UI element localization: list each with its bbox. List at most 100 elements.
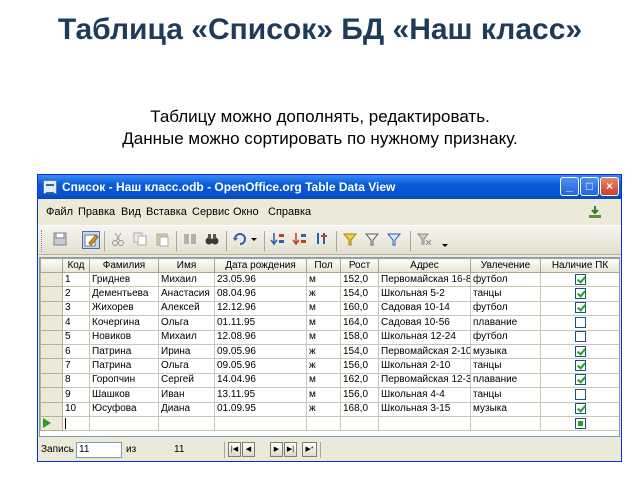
- edit-button[interactable]: [82, 231, 100, 249]
- cell-has-pc[interactable]: [540, 358, 619, 374]
- cell-last-name[interactable]: Патрина: [89, 343, 159, 360]
- has-pc-checkbox[interactable]: [574, 331, 586, 343]
- cell-first-name[interactable]: Ольга: [158, 358, 215, 374]
- new-record-cell[interactable]: [378, 415, 471, 432]
- toolbar-grip[interactable]: [41, 230, 44, 252]
- cell-first-name[interactable]: Михаил: [158, 329, 215, 345]
- table-row[interactable]: 2 Дементьева Анастасия 08.04.96 ж 154,0 Школьн…: [40, 286, 619, 302]
- table-row[interactable]: 1 Гриднев Михаил 23.05.96 м 152,0 Первомайская…: [40, 271, 619, 288]
- cell-id[interactable]: 8: [62, 372, 90, 389]
- row-header[interactable]: [40, 415, 63, 432]
- cell-birth-date[interactable]: 12.08.96: [214, 329, 307, 345]
- menu-edit[interactable]: Правка: [78, 201, 115, 223]
- cell-id[interactable]: 7: [62, 358, 90, 374]
- table-row[interactable]: 5 Новиков Михаил 12.08.96 м 158,0 Школьная 12-…: [40, 329, 619, 345]
- row-header[interactable]: [40, 271, 63, 288]
- row-header[interactable]: [40, 372, 63, 389]
- new-record-row[interactable]: [40, 415, 619, 432]
- cell-address[interactable]: Школьная 5-2: [378, 286, 471, 302]
- cell-first-name[interactable]: Ольга: [158, 315, 215, 331]
- cell-sex[interactable]: ж: [306, 286, 341, 302]
- cell-has-pc[interactable]: [540, 300, 619, 317]
- refresh-dropdown[interactable]: [250, 231, 258, 249]
- cell-sex[interactable]: м: [306, 271, 341, 288]
- cell-first-name[interactable]: Анастасия: [158, 286, 215, 302]
- sort-button[interactable]: [314, 231, 332, 249]
- cell-last-name[interactable]: Жихорев: [89, 300, 159, 317]
- toolbar-overflow[interactable]: [440, 231, 450, 249]
- cell-last-name[interactable]: Новиков: [89, 329, 159, 345]
- menu-help[interactable]: Справка: [268, 201, 311, 223]
- cell-address[interactable]: Первомайская 2-10: [378, 343, 471, 360]
- next-record-button[interactable]: ▶: [270, 442, 283, 457]
- cell-birth-date[interactable]: 09.05.96: [214, 343, 307, 360]
- cell-has-pc[interactable]: [540, 343, 619, 360]
- previous-record-button[interactable]: ◀: [242, 442, 255, 457]
- filter-button[interactable]: [364, 231, 382, 249]
- cell-hobby[interactable]: танцы: [470, 286, 541, 302]
- row-header[interactable]: [40, 358, 63, 374]
- column-header-height[interactable]: Рост: [340, 258, 379, 273]
- column-header-first-name[interactable]: Имя: [158, 258, 215, 273]
- cell-address[interactable]: Школьная 2-10: [378, 358, 471, 374]
- cell-id[interactable]: 5: [62, 329, 90, 345]
- cell-height[interactable]: 162,0: [340, 372, 379, 389]
- cell-sex[interactable]: м: [306, 300, 341, 317]
- menu-tools[interactable]: Сервис: [192, 201, 230, 223]
- cell-height[interactable]: 160,0: [340, 300, 379, 317]
- menu-window[interactable]: Окно: [233, 201, 259, 223]
- cell-address[interactable]: Школьная 12-24: [378, 329, 471, 345]
- cell-has-pc[interactable]: [540, 401, 619, 417]
- close-button[interactable]: ×: [600, 177, 619, 196]
- cell-first-name[interactable]: Алексей: [158, 300, 215, 317]
- cell-birth-date[interactable]: 01.11.95: [214, 315, 307, 331]
- record-number-field[interactable]: 11: [76, 442, 122, 458]
- has-pc-checkbox[interactable]: [574, 388, 586, 400]
- table-row[interactable]: 3 Жихорев Алексей 12.12.96 м 160,0 Садовая 10-…: [40, 300, 619, 317]
- new-record-cell[interactable]: [540, 415, 619, 432]
- cell-sex[interactable]: м: [306, 329, 341, 345]
- has-pc-checkbox[interactable]: [574, 273, 586, 285]
- cell-has-pc[interactable]: [540, 387, 619, 403]
- cell-last-name[interactable]: Шашков: [89, 387, 159, 403]
- cell-birth-date[interactable]: 14.04.96: [214, 372, 307, 389]
- menu-view[interactable]: Вид: [121, 201, 141, 223]
- cell-address[interactable]: Первомайская 12-3: [378, 372, 471, 389]
- table-row[interactable]: 10 Юсуфова Диана 01.09.95 ж 168,0 Школьная 3-1…: [40, 401, 619, 417]
- cell-hobby[interactable]: футбол: [470, 300, 541, 317]
- cell-birth-date[interactable]: 08.04.96: [214, 286, 307, 302]
- cell-has-pc[interactable]: [540, 372, 619, 389]
- has-pc-checkbox[interactable]: [574, 417, 586, 429]
- row-header[interactable]: [40, 286, 63, 302]
- has-pc-checkbox[interactable]: [574, 403, 586, 415]
- column-header-hobby[interactable]: Увлечение: [470, 258, 541, 273]
- table-row[interactable]: 4 Кочергина Ольга 01.11.95 м 164,0 Садовая 10-…: [40, 315, 619, 331]
- find-record-button[interactable]: [182, 231, 200, 249]
- cell-address[interactable]: Садовая 10-56: [378, 315, 471, 331]
- cell-birth-date[interactable]: 01.09.95: [214, 401, 307, 417]
- cell-id[interactable]: 9: [62, 387, 90, 403]
- cell-height[interactable]: 154,0: [340, 343, 379, 360]
- cell-birth-date[interactable]: 09.05.96: [214, 358, 307, 374]
- cell-address[interactable]: Школьная 4-4: [378, 387, 471, 403]
- cell-last-name[interactable]: Горопчин: [89, 372, 159, 389]
- autofilter-button[interactable]: [342, 231, 360, 249]
- row-header-corner[interactable]: [40, 258, 63, 273]
- cell-has-pc[interactable]: [540, 271, 619, 288]
- cell-first-name[interactable]: Сергей: [158, 372, 215, 389]
- standard-filter-button[interactable]: [386, 231, 404, 249]
- cell-last-name[interactable]: Гриднев: [89, 271, 159, 288]
- paste-button[interactable]: [154, 231, 172, 249]
- cell-hobby[interactable]: плавание: [470, 372, 541, 389]
- copy-button[interactable]: [132, 231, 150, 249]
- cell-id[interactable]: 1: [62, 271, 90, 288]
- cell-height[interactable]: 168,0: [340, 401, 379, 417]
- new-record-cell[interactable]: [470, 415, 541, 432]
- cell-height[interactable]: 156,0: [340, 358, 379, 374]
- cell-birth-date[interactable]: 12.12.96: [214, 300, 307, 317]
- cell-sex[interactable]: ж: [306, 343, 341, 360]
- cell-height[interactable]: 156,0: [340, 387, 379, 403]
- cell-last-name[interactable]: Дементьева: [89, 286, 159, 302]
- refresh-button[interactable]: [232, 231, 250, 249]
- cell-address[interactable]: Школьная 3-15: [378, 401, 471, 417]
